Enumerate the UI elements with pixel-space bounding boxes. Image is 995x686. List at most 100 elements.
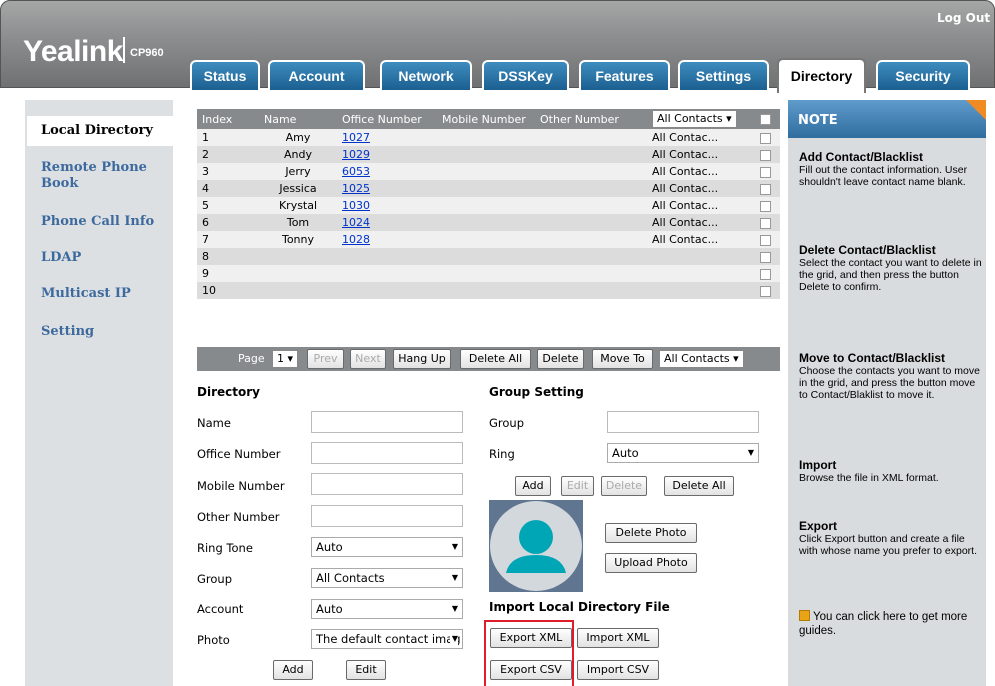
move-target-select[interactable]: All Contacts ▾ xyxy=(659,350,744,368)
other-number-cell xyxy=(535,214,647,231)
group-setting-group-input[interactable] xyxy=(607,411,759,433)
account-select[interactable]: Auto ▼ xyxy=(311,599,463,619)
group-edit-button[interactable]: Edit xyxy=(561,476,594,496)
ring-select[interactable]: Auto ▼ xyxy=(607,443,759,463)
table-row[interactable]: 5 Krystal 1030 All Contac... xyxy=(197,197,780,214)
ring-tone-select[interactable]: Auto ▼ xyxy=(311,537,463,557)
note-move-contact: Move to Contact/Blacklist Choose the cont… xyxy=(799,351,984,401)
group-filter-value: All Contacts xyxy=(657,112,723,125)
table-row[interactable]: 3 Jerry 6053 All Contac... xyxy=(197,163,780,180)
index-cell: 10 xyxy=(197,282,259,299)
office-number-link[interactable]: 1029 xyxy=(342,148,370,161)
row-checkbox[interactable] xyxy=(760,200,771,212)
note-panel: NOTE Add Contact/Blacklist Fill out the c… xyxy=(788,100,986,686)
mobile-number-input[interactable] xyxy=(311,473,463,495)
row-checkbox[interactable] xyxy=(760,149,771,161)
note-corner-icon xyxy=(966,100,986,120)
select-cell xyxy=(751,265,780,282)
directory-add-button[interactable]: Add xyxy=(273,660,313,680)
hangup-button[interactable]: Hang Up xyxy=(393,349,451,369)
guide-link[interactable]: You can click here to get more guides. xyxy=(799,610,984,638)
office-number-link[interactable]: 1025 xyxy=(342,182,370,195)
row-checkbox[interactable] xyxy=(760,132,771,144)
tab-features[interactable]: Features xyxy=(579,60,670,90)
row-checkbox[interactable] xyxy=(760,251,771,263)
other-number-cell xyxy=(535,248,647,265)
table-row[interactable]: 2 Andy 1029 All Contac... xyxy=(197,146,780,163)
name-input[interactable] xyxy=(311,411,463,433)
office-number-cell: 1024 xyxy=(337,214,437,231)
tab-network[interactable]: Network xyxy=(380,60,472,90)
other-number-cell xyxy=(535,163,647,180)
note-section-text: Choose the contacts you want to move in … xyxy=(799,365,980,401)
sidebar-item-phone-call-info[interactable]: Phone Call Info xyxy=(41,214,154,230)
group-add-button[interactable]: Add xyxy=(515,476,551,496)
tab-security[interactable]: Security xyxy=(876,60,970,90)
office-number-cell xyxy=(337,282,437,299)
group-delete-all-button[interactable]: Delete All xyxy=(664,476,734,496)
logout-link[interactable]: Log Out xyxy=(937,11,990,25)
office-number-link[interactable]: 1027 xyxy=(342,131,370,144)
row-checkbox[interactable] xyxy=(760,268,771,280)
office-number-link[interactable]: 1024 xyxy=(342,216,370,229)
photo-select[interactable]: The default contact imag ▼ xyxy=(311,629,463,649)
office-number-input[interactable] xyxy=(311,442,463,464)
table-row[interactable]: 8 xyxy=(197,248,780,265)
row-checkbox[interactable] xyxy=(760,166,771,178)
group-setting-group-label: Group xyxy=(489,416,525,430)
sidebar-item-ldap[interactable]: LDAP xyxy=(41,250,81,266)
ring-label: Ring xyxy=(489,447,515,461)
index-cell: 1 xyxy=(197,129,259,146)
table-row[interactable]: 1 Amy 1027 All Contac... xyxy=(197,129,780,146)
directory-edit-button[interactable]: Edit xyxy=(346,660,386,680)
note-delete-contact: Delete Contact/Blacklist Select the conta… xyxy=(799,243,984,293)
mobile-number-cell xyxy=(437,248,535,265)
col-other-number: Other Number xyxy=(535,109,647,129)
other-number-input[interactable] xyxy=(311,505,463,527)
group-select[interactable]: All Contacts ▼ xyxy=(311,568,463,588)
select-all-checkbox[interactable] xyxy=(760,114,771,125)
mobile-number-cell xyxy=(437,129,535,146)
office-number-link[interactable]: 1028 xyxy=(342,233,370,246)
office-number-cell: 1030 xyxy=(337,197,437,214)
tab-dsskey[interactable]: DSSKey xyxy=(482,60,569,90)
row-checkbox[interactable] xyxy=(760,234,771,246)
delete-all-button[interactable]: Delete All xyxy=(460,349,531,369)
table-row[interactable]: 6 Tom 1024 All Contac... xyxy=(197,214,780,231)
table-row[interactable]: 9 xyxy=(197,265,780,282)
sidebar-item-remote-phone-book[interactable]: Remote Phone Book xyxy=(41,160,147,192)
group-delete-button[interactable]: Delete xyxy=(601,476,647,496)
table-row[interactable]: 4 Jessica 1025 All Contac... xyxy=(197,180,780,197)
tab-status[interactable]: Status xyxy=(190,60,260,90)
next-button[interactable]: Next xyxy=(350,349,386,369)
row-checkbox[interactable] xyxy=(760,183,771,195)
delete-photo-button[interactable]: Delete Photo xyxy=(605,523,697,543)
name-cell: Tonny xyxy=(259,231,337,248)
tab-settings[interactable]: Settings xyxy=(678,60,769,90)
office-number-link[interactable]: 1030 xyxy=(342,199,370,212)
office-number-link[interactable]: 6053 xyxy=(342,165,370,178)
note-add-contact: Add Contact/Blacklist Fill out the contac… xyxy=(799,150,984,188)
index-cell: 7 xyxy=(197,231,259,248)
sidebar-item-local-directory[interactable]: Local Directory xyxy=(27,116,173,146)
page-select[interactable]: 1 ▾ xyxy=(272,350,299,368)
row-checkbox[interactable] xyxy=(760,217,771,229)
group-filter-select[interactable]: All Contacts ▾ xyxy=(652,110,737,128)
sidebar-item-multicast-ip[interactable]: Multicast IP xyxy=(41,286,131,302)
row-checkbox[interactable] xyxy=(760,285,771,297)
upload-photo-button[interactable]: Upload Photo xyxy=(605,553,697,573)
prev-button[interactable]: Prev xyxy=(307,349,344,369)
move-to-button[interactable]: Move To xyxy=(592,349,653,369)
delete-button[interactable]: Delete xyxy=(537,349,584,369)
tab-account[interactable]: Account xyxy=(268,60,365,90)
ring-tone-label: Ring Tone xyxy=(197,541,253,555)
sidebar-item-setting[interactable]: Setting xyxy=(41,324,94,340)
tab-directory[interactable]: Directory xyxy=(777,58,866,93)
import-csv-button[interactable]: Import CSV xyxy=(577,660,659,680)
photo-value: The default contact imag xyxy=(316,632,461,646)
page-label: Page xyxy=(238,352,265,365)
import-xml-button[interactable]: Import XML xyxy=(577,628,659,648)
table-row[interactable]: 7 Tonny 1028 All Contac... xyxy=(197,231,780,248)
table-row[interactable]: 10 xyxy=(197,282,780,299)
group-cell: All Contac... xyxy=(647,197,751,214)
